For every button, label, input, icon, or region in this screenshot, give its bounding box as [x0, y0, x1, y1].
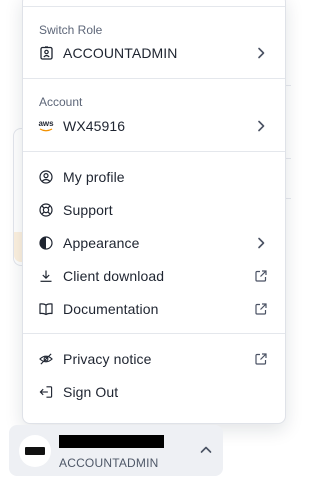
menu-item-label: Client download — [63, 268, 165, 284]
menu-item-sign-out[interactable]: Sign Out — [23, 377, 285, 407]
avatar — [19, 435, 51, 467]
account-label: Account — [39, 95, 83, 109]
eye-off-icon — [39, 352, 53, 366]
menu-separator — [23, 333, 285, 334]
menu-item-label: Privacy notice — [63, 351, 152, 367]
menu-item-client-download[interactable]: Client download — [23, 261, 285, 291]
half-circle-icon — [39, 236, 53, 250]
user-menu-toggle[interactable]: ACCOUNTADMIN — [9, 425, 223, 476]
menu-separator — [23, 78, 285, 79]
lifebuoy-icon — [39, 203, 53, 217]
menu-item-label: Support — [63, 202, 113, 218]
menu-item-privacy-notice[interactable]: Privacy notice — [23, 344, 285, 374]
menu-item-label: Documentation — [63, 301, 159, 317]
menu-item-label: Appearance — [63, 235, 140, 251]
account-id: WX45916 — [63, 118, 126, 134]
menu-item-label: My profile — [63, 169, 125, 185]
sign-out-icon — [39, 385, 53, 399]
external-link-icon — [255, 353, 267, 365]
user-name-redacted — [59, 435, 164, 448]
switch-role-label: Switch Role — [39, 23, 103, 37]
current-role: ACCOUNTADMIN — [63, 45, 178, 61]
chevron-right-icon — [255, 47, 267, 59]
menu-item-appearance[interactable]: Appearance — [23, 228, 285, 258]
account-row[interactable]: aws WX45916 — [23, 111, 285, 141]
download-icon — [39, 269, 53, 283]
menu-item-documentation[interactable]: Documentation — [23, 294, 285, 324]
role-badge-icon — [39, 46, 53, 60]
aws-logo-icon: aws — [38, 119, 54, 133]
user-menu: Switch Role ACCOUNTADMIN Account aws WX4… — [22, 0, 286, 424]
avatar-initials-redacted — [25, 447, 45, 455]
chevron-up-icon — [199, 443, 213, 457]
menu-item-my-profile[interactable]: My profile — [23, 162, 285, 192]
user-role: ACCOUNTADMIN — [59, 456, 159, 470]
switch-role-row[interactable]: ACCOUNTADMIN — [23, 38, 285, 68]
chevron-right-icon — [255, 120, 267, 132]
menu-item-support[interactable]: Support — [23, 195, 285, 225]
book-icon — [39, 302, 53, 316]
user-circle-icon — [39, 170, 53, 184]
external-link-icon — [255, 270, 267, 282]
menu-separator — [23, 151, 285, 152]
chevron-right-icon — [255, 237, 267, 249]
external-link-icon — [255, 303, 267, 315]
menu-item-label: Sign Out — [63, 384, 119, 400]
menu-separator — [23, 6, 285, 7]
